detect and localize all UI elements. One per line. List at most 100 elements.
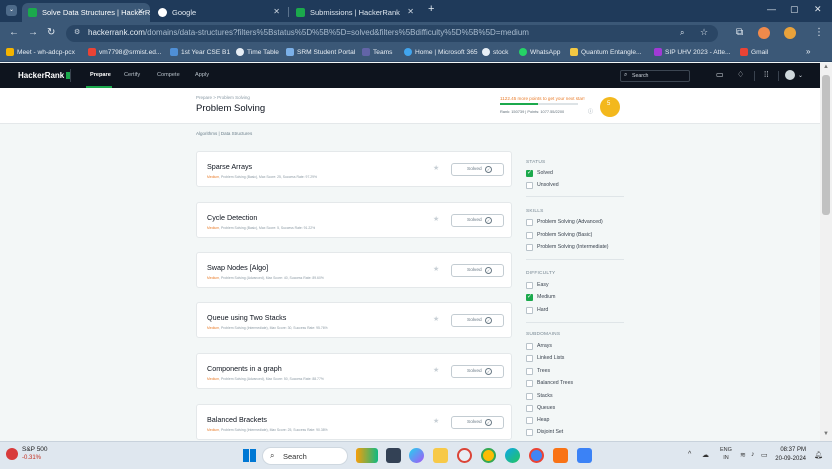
challenge-card[interactable]: Sparse Arrays Medium, Problem Solving (Ba…	[196, 151, 512, 187]
bookmark-star-icon[interactable]: ★	[433, 265, 439, 273]
challenge-card[interactable]: Cycle Detection Medium, Problem Solving (…	[196, 202, 512, 238]
edge-icon[interactable]	[505, 448, 520, 463]
filter-subdomain-heap[interactable]: Heap	[526, 416, 549, 424]
bookmark-item[interactable]: Gmail	[740, 48, 768, 56]
bookmark-star-icon[interactable]: ★	[433, 417, 439, 425]
new-tab-button[interactable]: +	[428, 3, 434, 15]
filter-difficulty-hard[interactable]: Hard	[526, 306, 548, 314]
nav-certify[interactable]: Certify	[124, 72, 140, 78]
bookmark-item[interactable]: SRM Student Portal	[286, 48, 355, 56]
solved-button[interactable]: Solved ✓	[451, 163, 504, 176]
bookmark-item[interactable]: vm7798@srmist.ed...	[88, 48, 161, 56]
bookmark-item[interactable]: 1st Year CSE B1	[170, 48, 230, 56]
checkbox[interactable]	[526, 281, 533, 289]
taskbar-search[interactable]: ⌕ Search	[262, 447, 348, 465]
checkbox[interactable]	[526, 428, 533, 436]
vscode-icon[interactable]	[553, 448, 568, 463]
filter-subdomain-queues[interactable]: Queues	[526, 404, 555, 412]
bookmark-item[interactable]: stock	[482, 48, 508, 56]
bookmarks-overflow[interactable]: »	[806, 47, 810, 56]
chrome-profile-icon[interactable]	[481, 448, 496, 463]
challenge-card[interactable]: Balanced Brackets Medium, Problem Solving…	[196, 404, 512, 440]
profile-avatar[interactable]	[758, 27, 770, 39]
challenge-card[interactable]: Queue using Two Stacks Medium, Problem So…	[196, 302, 512, 338]
subdomain-breadcrumb[interactable]: Algorithms | Data Structures	[196, 131, 252, 136]
chrome-app-icon-2[interactable]	[529, 448, 544, 463]
checkbox[interactable]	[526, 181, 533, 189]
site-info-icon[interactable]: ⚙	[74, 28, 80, 36]
chrome-app-icon[interactable]	[457, 448, 472, 463]
photos-icon[interactable]	[577, 448, 592, 463]
challenge-title[interactable]: Swap Nodes [Algo]	[207, 263, 268, 272]
filter-status-unsolved[interactable]: Unsolved	[526, 181, 559, 189]
info-icon[interactable]: ⓘ	[588, 108, 593, 115]
bookmark-star-icon[interactable]: ★	[433, 315, 439, 323]
checkbox[interactable]	[526, 367, 533, 375]
filter-subdomain-arrays[interactable]: Arrays	[526, 342, 552, 350]
nav-compete[interactable]: Compete	[157, 72, 180, 78]
taskbar-clock[interactable]: 08:37 PM 20-09-2024	[770, 446, 806, 464]
chevron-down-icon[interactable]: ⌄	[798, 72, 803, 79]
breadcrumb[interactable]: Prepare > Problem Solving	[196, 95, 250, 100]
close-icon[interactable]: ✕	[273, 7, 280, 16]
profile-avatar-2[interactable]	[784, 27, 796, 39]
nav-apply[interactable]: Apply	[195, 72, 209, 78]
solved-button[interactable]: Solved ✓	[451, 214, 504, 227]
filter-status-solved[interactable]: Solved	[526, 169, 553, 177]
language-indicator[interactable]: ENG IN	[720, 446, 732, 462]
challenge-title[interactable]: Balanced Brackets	[207, 415, 267, 424]
filter-subdomain-stacks[interactable]: Stacks	[526, 392, 553, 400]
notifications-icon[interactable]: ♢	[737, 70, 744, 79]
bookmark-star-icon[interactable]: ★	[433, 215, 439, 223]
challenge-card[interactable]: Swap Nodes [Algo] Medium, Problem Solving…	[196, 252, 512, 288]
notification-bell-icon[interactable]: 🔔︎	[814, 451, 823, 459]
checkbox[interactable]	[526, 342, 533, 350]
solved-button[interactable]: Solved ✓	[451, 416, 504, 429]
challenge-card[interactable]: Components in a graph Medium, Problem Sol…	[196, 353, 512, 389]
filter-skill-advanced[interactable]: Problem Solving (Advanced)	[526, 218, 603, 226]
checkbox[interactable]	[526, 404, 533, 412]
copilot-icon[interactable]	[409, 448, 424, 463]
wifi-icon[interactable]: ≋	[740, 451, 746, 459]
search-input[interactable]: ⌕ Search	[620, 70, 690, 82]
bookmark-item[interactable]: Home | Microsoft 365	[404, 48, 478, 56]
menu-icon[interactable]: ⋮	[814, 27, 824, 38]
stock-name[interactable]: S&P 500	[22, 446, 48, 453]
filter-subdomain-trees[interactable]: Trees	[526, 367, 550, 375]
scrollbar-thumb[interactable]	[822, 75, 830, 215]
bookmark-item[interactable]: SIP UHV 2023 - Atte...	[654, 48, 730, 56]
bookmark-item[interactable]: Time Table	[236, 48, 279, 56]
scroll-down-icon[interactable]: ▼	[823, 431, 829, 437]
nav-prepare[interactable]: Prepare	[90, 72, 111, 78]
restore-icon[interactable]: ▢	[790, 4, 799, 15]
filter-difficulty-medium[interactable]: Medium	[526, 293, 555, 301]
messages-icon[interactable]: ▭	[716, 70, 724, 79]
filter-subdomain-linked-lists[interactable]: Linked Lists	[526, 354, 564, 362]
checkbox[interactable]	[526, 416, 533, 424]
address-bar[interactable]: ⚙ hackerrank.com/domains/data-structures…	[66, 25, 718, 42]
battery-icon[interactable]: ▭	[761, 451, 768, 459]
filter-skill-basic[interactable]: Problem Solving (Basic)	[526, 231, 592, 239]
stock-widget-icon[interactable]	[6, 448, 18, 460]
checkbox[interactable]	[526, 392, 533, 400]
apps-grid-icon[interactable]: ⁞⁞	[764, 70, 768, 79]
zoom-icon[interactable]: ⌕	[680, 28, 684, 38]
bookmark-item[interactable]: WhatsApp	[519, 48, 560, 56]
close-icon[interactable]: ✕	[407, 7, 414, 16]
solved-button[interactable]: Solved ✓	[451, 365, 504, 378]
tab-search-icon[interactable]: ⌄	[6, 5, 17, 16]
file-explorer-icon[interactable]	[433, 448, 448, 463]
challenge-title[interactable]: Components in a graph	[207, 364, 282, 373]
back-icon[interactable]: ←	[9, 27, 19, 38]
windows-start-icon[interactable]	[243, 449, 256, 462]
page-scrollbar[interactable]: ▲ ▼	[820, 63, 832, 441]
bookmark-item[interactable]: Meet - wh-adcp-pcx	[6, 48, 75, 56]
challenge-title[interactable]: Sparse Arrays	[207, 162, 252, 171]
filter-skill-intermediate[interactable]: Problem Solving (Intermediate)	[526, 243, 609, 251]
checkbox[interactable]	[526, 293, 533, 301]
bookmark-star-icon[interactable]: ★	[433, 164, 439, 172]
avatar[interactable]	[785, 70, 795, 80]
window-close-icon[interactable]: ✕	[814, 4, 822, 15]
task-view-icon[interactable]	[386, 448, 401, 463]
bookmark-star-icon[interactable]: ☆	[700, 27, 708, 38]
